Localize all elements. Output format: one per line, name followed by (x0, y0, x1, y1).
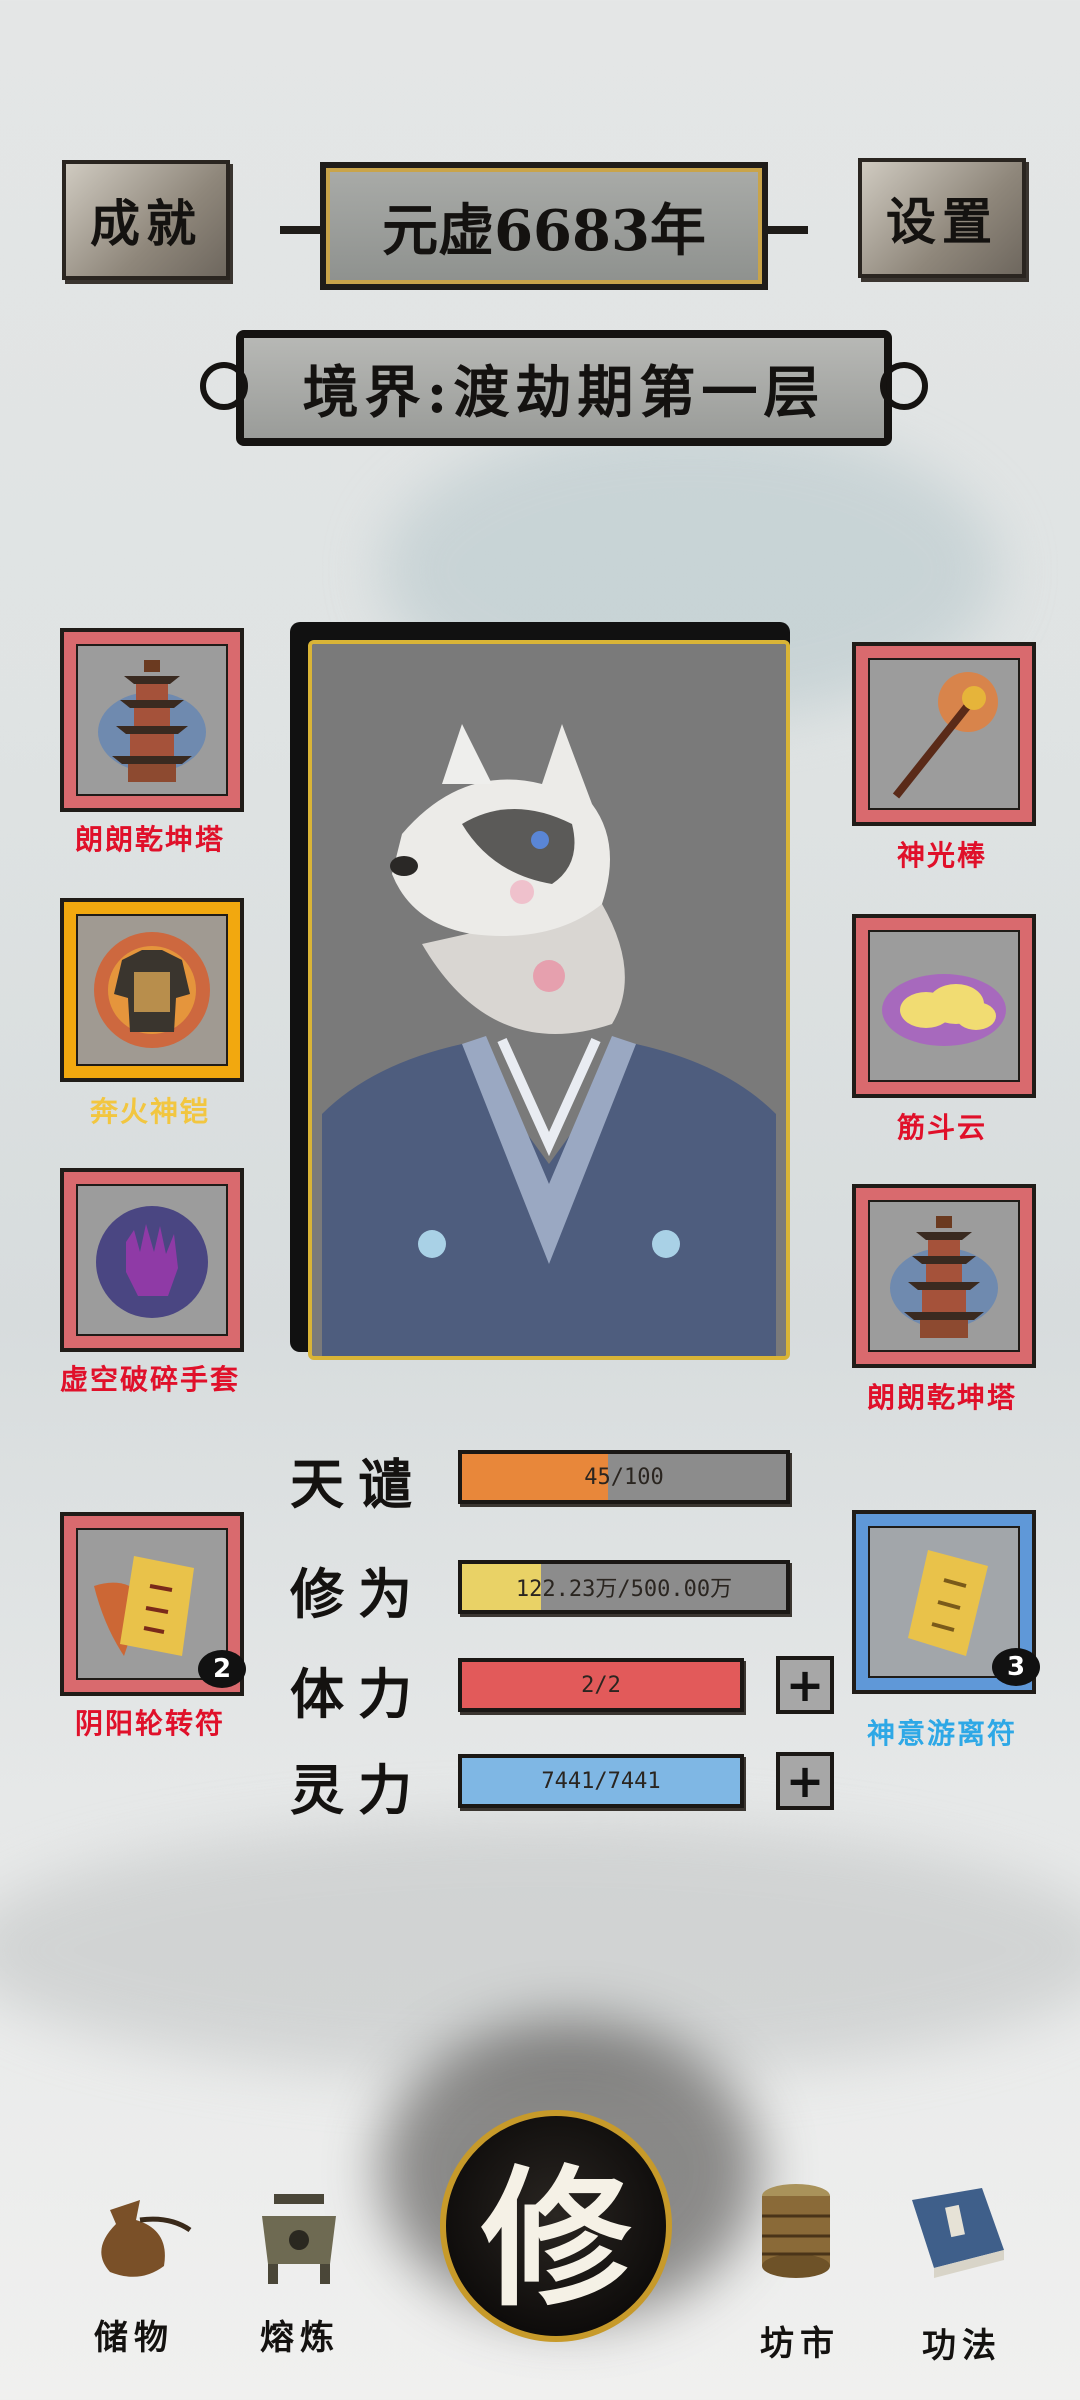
item-count-badge: 2 (198, 1650, 246, 1688)
nav-refine-label: 熔炼 (260, 2318, 340, 2358)
nav-techniques-label: 功法 (922, 2326, 1002, 2366)
cloud-icon (882, 974, 1006, 1046)
equip-slot-pagoda[interactable] (60, 628, 244, 812)
achievements-button[interactable]: 成就 (62, 160, 230, 280)
realm-text: 境界:渡劫期第一层 (302, 359, 826, 426)
equip-slot-gloves[interactable] (60, 1168, 244, 1352)
nav-storage-label: 储物 (94, 2318, 174, 2358)
wolf-character-icon (312, 644, 786, 1356)
equip-slot-armor[interactable] (60, 898, 244, 1082)
achievements-label: 成就 (90, 194, 202, 253)
realm-banner: 境界:渡劫期第一层 (200, 330, 928, 446)
settings-label: 设置 (886, 192, 998, 251)
cultivation-bar: 122.23万/500.00万 (458, 1560, 790, 1614)
stat-label-tribulation: 天谴 (290, 1452, 426, 1516)
stamina-bar: 2/2 (458, 1658, 744, 1712)
pagoda-icon (890, 1216, 998, 1338)
glove-icon (96, 1206, 208, 1318)
cultivation-bar-text: 122.23万/500.00万 (515, 1577, 733, 1602)
pagoda-icon (98, 660, 206, 782)
coins-icon (762, 2184, 830, 2278)
cultivate-label: 修 (480, 2150, 631, 2327)
book-icon (912, 2188, 1004, 2278)
tribulation-bar-text: 45/100 (584, 1464, 664, 1490)
equip-label-talisman-spirit: 神意游离符 (866, 1717, 1017, 1750)
spirit-bar: 7441/7441 (458, 1754, 744, 1808)
equip-label-cloud: 筋斗云 (896, 1111, 987, 1144)
settings-button[interactable]: 设置 (858, 158, 1026, 278)
item-count-badge: 3 (992, 1648, 1040, 1686)
stamina-add-button[interactable]: + (776, 1656, 834, 1714)
nav-refine[interactable] (244, 2186, 354, 2290)
equip-slot-pagoda-2[interactable] (852, 1184, 1036, 1368)
stat-label-stamina: 体力 (290, 1662, 426, 1726)
equip-label-talisman-yinyang: 阴阳轮转符 (74, 1707, 225, 1740)
stamina-bar-text: 2/2 (581, 1672, 621, 1698)
cauldron-icon (262, 2194, 336, 2284)
spirit-add-button[interactable]: + (776, 1752, 834, 1810)
equip-label-pagoda-2: 朗朗乾坤塔 (866, 1381, 1017, 1414)
stat-label-spirit: 灵力 (290, 1758, 426, 1822)
year-text: 元虚6683年 (382, 197, 706, 264)
equip-label-staff: 神光棒 (896, 839, 987, 872)
armor-icon (94, 932, 210, 1048)
nav-storage[interactable] (80, 2180, 200, 2290)
nav-market-label: 坊市 (760, 2324, 840, 2364)
equip-slot-staff[interactable] (852, 642, 1036, 826)
equip-label-pagoda: 朗朗乾坤塔 (74, 823, 225, 856)
year-banner: 元虚6683年 (280, 162, 808, 290)
staff-icon (892, 672, 998, 799)
nav-market[interactable] (746, 2176, 846, 2288)
nav-techniques[interactable] (892, 2180, 1022, 2292)
stat-label-cultivation: 修为 (290, 1562, 426, 1626)
pouch-icon (101, 2200, 192, 2277)
character-portrait[interactable] (308, 640, 790, 1360)
equip-slot-cloud[interactable] (852, 914, 1036, 1098)
equip-label-gloves: 虚空破碎手套 (59, 1363, 240, 1396)
equip-label-armor: 奔火神铠 (89, 1095, 210, 1128)
cultivate-button[interactable]: 修 (440, 2110, 672, 2342)
tribulation-bar: 45/100 (458, 1450, 790, 1504)
spirit-bar-text: 7441/7441 (541, 1768, 661, 1794)
